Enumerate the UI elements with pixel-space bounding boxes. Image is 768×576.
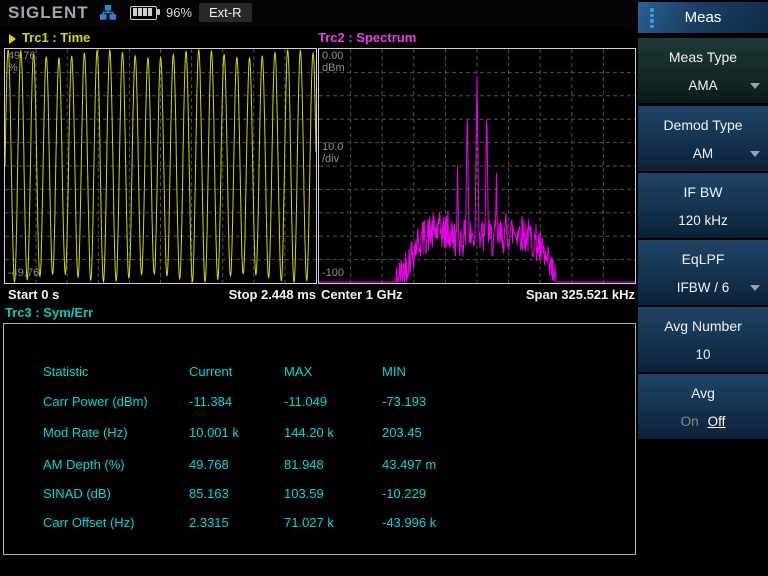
table-header-cell: MAX	[284, 364, 312, 379]
meas-type-value: AMA	[638, 78, 768, 93]
siglent-logo: SIGLENT	[8, 3, 89, 23]
battery-terminal	[157, 9, 160, 15]
status-bar: SIGLENT 96% Ext-R	[0, 0, 638, 26]
table-header-cell: Current	[189, 364, 232, 379]
table-header-cell: Statistic	[43, 364, 89, 379]
chevron-down-icon	[750, 285, 760, 291]
softkey-menu: Meas Meas Type AMA Demod Type AM IF BW 120 kH…	[638, 0, 768, 576]
spectrum-scale-value: 10.0	[322, 141, 343, 153]
if-bw-value: 120 kHz	[638, 213, 768, 228]
avg-on-option[interactable]: On	[681, 414, 699, 429]
table-row: SINAD (dB) 85.163 103.59 -10.229	[4, 486, 635, 502]
avg-number-value: 10	[638, 347, 768, 362]
avg-label: Avg	[638, 385, 768, 401]
battery-bar	[143, 8, 147, 16]
table-cell: -11.384	[189, 394, 232, 409]
avg-button[interactable]: Avg On Off	[638, 374, 768, 439]
table-cell: 49.768	[189, 457, 229, 472]
table-cell: -10.229	[382, 486, 426, 501]
spectrum-center-label: Center 1 GHz	[321, 287, 403, 302]
lan-network-icon	[100, 5, 116, 20]
spectrum-span-label: Span 325.521 kHz	[526, 287, 635, 302]
table-row: AM Depth (%) 49.768 81.948 43.497 m	[4, 457, 635, 473]
table-cell: -73.193	[382, 394, 426, 409]
table-header-cell: MIN	[382, 364, 406, 379]
table-cell: Mod Rate (Hz)	[43, 425, 128, 440]
if-bw-button[interactable]: IF BW 120 kHz	[638, 173, 768, 238]
table-cell: 71.027 k	[284, 515, 334, 530]
time-trace-window[interactable]: 49.76 % -49.76	[4, 48, 317, 284]
table-row: Carr Offset (Hz) 2.3315 71.027 k -43.996 k	[4, 515, 635, 531]
battery-icon	[130, 6, 160, 19]
active-trace-marker-icon	[9, 34, 16, 44]
spectrum-trace-plot	[319, 49, 635, 283]
battery-percent: 96%	[166, 5, 192, 20]
time-start-label: Start 0 s	[8, 287, 59, 302]
table-row: Carr Power (dBm) -11.384 -11.049 -73.193	[4, 394, 635, 410]
avg-value: On Off	[638, 414, 768, 429]
trc2-title[interactable]: Trc2 : Spectrum	[318, 30, 416, 45]
menu-title: Meas	[638, 9, 768, 26]
table-cell: 2.3315	[189, 515, 229, 530]
battery-bar	[148, 8, 152, 16]
spectrum-ref-unit: dBm	[322, 62, 345, 74]
battery-bar	[133, 8, 137, 16]
time-scale-bottom-value: -49.76	[8, 267, 39, 279]
time-stop-label: Stop 2.448 ms	[229, 287, 316, 302]
table-cell: 144.20 k	[284, 425, 334, 440]
demod-type-value: AM	[638, 146, 768, 161]
meas-type-button[interactable]: Meas Type AMA	[638, 38, 768, 103]
trc3-title[interactable]: Trc3 : Sym/Err	[5, 305, 93, 320]
avg-number-button[interactable]: Avg Number 10	[638, 307, 768, 372]
table-cell: Carr Power (dBm)	[43, 394, 148, 409]
spectrum-ref-value: 0.00	[322, 50, 343, 62]
demod-type-label: Demod Type	[638, 117, 768, 133]
table-cell: SINAD (dB)	[43, 486, 111, 501]
eqlpf-label: EqLPF	[638, 251, 768, 267]
ext-ref-badge: Ext-R	[199, 3, 252, 22]
spectrum-bottom-value: -100	[322, 267, 344, 279]
time-trace-plot	[5, 49, 316, 283]
table-row: Mod Rate (Hz) 10.001 k 144.20 k 203.45	[4, 425, 635, 441]
table-cell: 203.45	[382, 425, 422, 440]
chevron-down-icon	[750, 83, 760, 89]
spectrum-trace-window[interactable]: 0.00 dBm 10.0 /div -100	[318, 48, 636, 284]
meas-type-label: Meas Type	[638, 49, 768, 65]
spectrum-scale-unit: /div	[322, 153, 339, 165]
menu-header[interactable]: Meas	[638, 2, 768, 33]
table-cell: -43.996 k	[382, 515, 436, 530]
table-cell: 10.001 k	[189, 425, 239, 440]
table-cell: 43.497 m	[382, 457, 436, 472]
battery-bar	[138, 8, 142, 16]
avg-number-label: Avg Number	[638, 318, 768, 334]
chevron-down-icon	[750, 151, 760, 157]
table-header-row: Statistic Current MAX MIN	[4, 364, 635, 380]
table-cell: -11.049	[284, 394, 327, 409]
avg-off-option[interactable]: Off	[708, 414, 726, 429]
demod-type-button[interactable]: Demod Type AM	[638, 106, 768, 171]
eqlpf-value: IFBW / 6	[638, 280, 768, 295]
table-cell: 103.59	[284, 486, 324, 501]
trc1-title[interactable]: Trc1 : Time	[22, 30, 90, 45]
table-cell: 81.948	[284, 457, 324, 472]
table-cell: Carr Offset (Hz)	[43, 515, 135, 530]
eqlpf-button[interactable]: EqLPF IFBW / 6	[638, 240, 768, 305]
symerr-table: Statistic Current MAX MIN Carr Power (dBm) -1…	[3, 323, 636, 555]
analyzer-screen: SIGLENT 96% Ext-R Trc1 : Time Trc2 : Spe…	[0, 0, 768, 576]
if-bw-label: IF BW	[638, 184, 768, 200]
table-cell: 85.163	[189, 486, 229, 501]
time-scale-top-value: 49.76	[8, 50, 36, 62]
table-cell: AM Depth (%)	[43, 457, 125, 472]
time-scale-unit: %	[8, 62, 18, 74]
